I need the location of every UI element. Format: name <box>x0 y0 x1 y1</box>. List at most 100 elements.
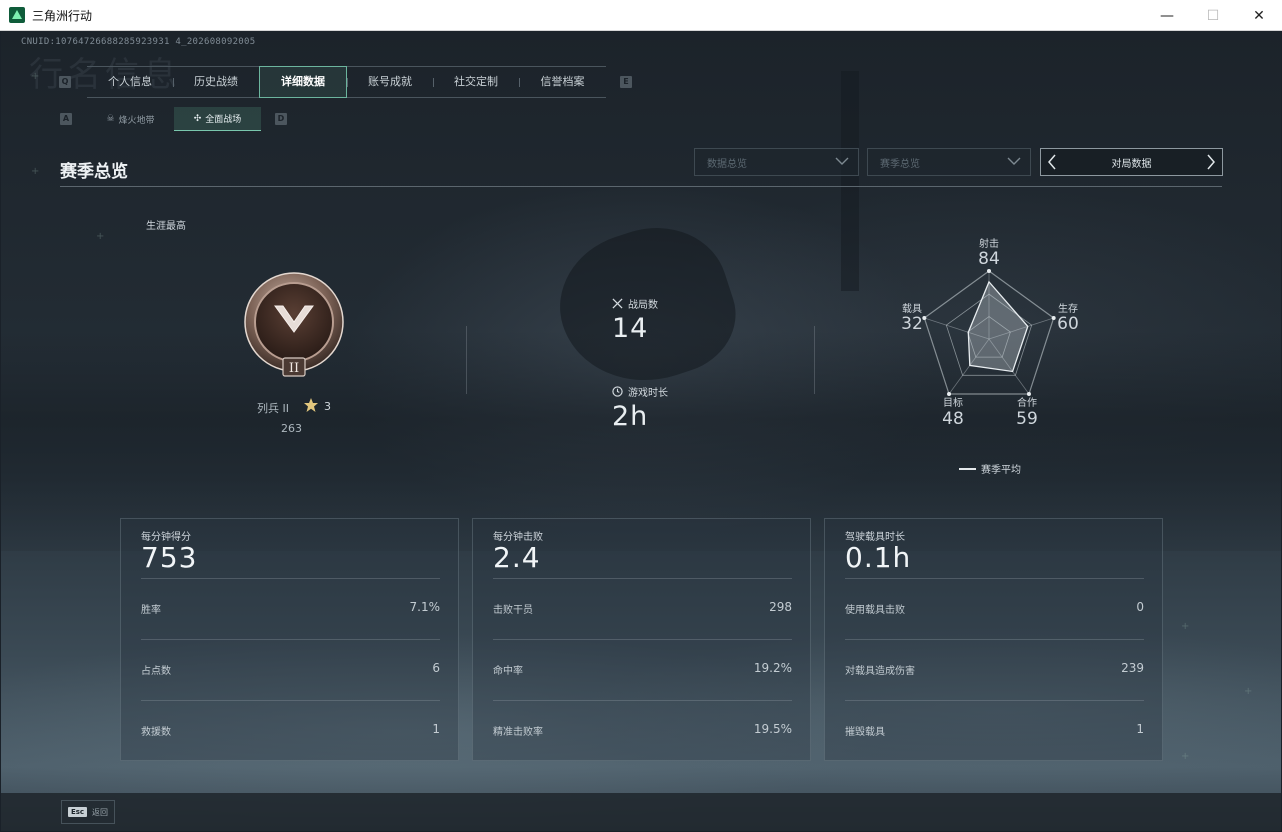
radar-value-survival: 60 <box>1057 314 1079 334</box>
subtab-label: 烽火地带 <box>118 115 155 126</box>
radar-value-objective: 48 <box>942 409 964 429</box>
window-titlebar: 三角洲行动 — ☐ ✕ <box>0 0 1282 31</box>
chevron-down-icon <box>835 157 849 165</box>
row-label: 精准击败率 <box>493 727 543 738</box>
back-button[interactable]: Esc 返回 <box>61 800 115 824</box>
kills-panel: 每分钟击败 2.4 击败干员 298 命中率 19.2% 精准击败率 19.5% <box>472 518 811 761</box>
badge-numeral: II <box>289 361 299 376</box>
prev-subtab-key-hint[interactable]: A <box>60 113 72 125</box>
panel-main-value: 0.1h <box>845 541 912 574</box>
stat-row: 精准击败率 19.5% <box>493 700 792 761</box>
section-title: 赛季总览 <box>60 162 128 182</box>
chevron-down-icon <box>1007 157 1021 165</box>
vertical-divider <box>466 326 467 394</box>
panel-main-value: 2.4 <box>493 541 541 574</box>
maximize-button[interactable]: ☐ <box>1190 0 1236 31</box>
row-label: 占点数 <box>141 666 171 677</box>
decor-cross: + <box>1181 751 1190 762</box>
rank-points: 263 <box>281 422 302 435</box>
rank-badge-icon: II <box>244 272 344 377</box>
row-label: 使用载具击败 <box>845 605 905 616</box>
row-value: 7.1% <box>409 600 441 614</box>
match-data-pager: 对局数据 <box>1040 148 1223 176</box>
score-panel: 每分钟得分 753 胜率 7.1% 占点数 6 救援数 1 <box>120 518 459 761</box>
tab-personal-info[interactable]: 个人信息 <box>87 67 173 97</box>
row-label: 击败干员 <box>493 605 533 616</box>
subtab-label: 全面战场 <box>205 115 242 125</box>
minimize-button[interactable]: — <box>1144 0 1190 31</box>
subtab-full-battlefield[interactable]: ✣ 全面战场 <box>174 107 261 131</box>
row-label: 命中率 <box>493 666 523 677</box>
data-type-dropdown[interactable]: 数据总览 <box>694 148 859 176</box>
tab-credit-record[interactable]: 信誉档案 <box>519 67 606 97</box>
stat-row: 对载具造成伤害 239 <box>845 639 1144 700</box>
decor-cross: + <box>1181 621 1190 632</box>
radar-legend: 赛季平均 <box>959 461 1021 476</box>
radar-value-vehicle: 32 <box>901 314 923 334</box>
window-title: 三角洲行动 <box>32 8 93 23</box>
row-label: 对载具造成伤害 <box>845 666 915 677</box>
radar-axis-dot <box>987 269 991 273</box>
tab-social-customization[interactable]: 社交定制 <box>433 67 519 97</box>
decor-cross: + <box>96 231 105 242</box>
vehicle-panel: 驾驶载具时长 0.1h 使用载具击败 0 对载具造成伤害 239 摧毁载具 1 <box>824 518 1163 761</box>
legend-line-swatch <box>959 467 976 470</box>
stat-row: 命中率 19.2% <box>493 639 792 700</box>
crossed-swords-icon <box>612 298 623 309</box>
pager-label: 对局数据 <box>1111 158 1152 170</box>
decor-cross: + <box>31 71 40 82</box>
back-label: 返回 <box>92 807 109 817</box>
clock-icon <box>612 386 623 397</box>
close-button[interactable]: ✕ <box>1236 0 1282 31</box>
next-tab-key-hint[interactable]: E <box>620 76 632 88</box>
rank-name: 列兵 II <box>257 402 289 415</box>
prev-tab-key-hint[interactable]: Q <box>59 76 71 88</box>
bottom-bar: Esc 返回 <box>1 793 1281 831</box>
radar-data-area <box>967 280 1029 373</box>
row-label: 胜率 <box>141 605 161 616</box>
radar-label-vehicle: 载具 <box>902 304 922 315</box>
radar-value-shooting: 84 <box>978 249 1000 269</box>
stat-row: 占点数 6 <box>141 639 440 700</box>
matches-label: 战局数 <box>628 300 658 311</box>
esc-key-icon: Esc <box>67 807 88 817</box>
main-tab-bar: 个人信息 历史战绩 详细数据 账号成就 社交定制 信誉档案 <box>87 66 606 98</box>
matches-value: 14 <box>612 313 649 344</box>
pager-prev-button[interactable] <box>1041 149 1063 175</box>
row-value: 239 <box>1121 661 1144 675</box>
stat-row: 击败干员 298 <box>493 578 792 639</box>
dropdown-value: 赛季总览 <box>880 158 920 170</box>
matches-stat: 战局数 14 <box>612 296 658 344</box>
radar-label-survival: 生存 <box>1058 304 1078 315</box>
subtab-hazard-zone[interactable]: ☠ 烽火地带 <box>87 107 174 131</box>
star-icon <box>304 398 318 412</box>
playtime-value: 2h <box>612 401 649 432</box>
crosshair-icon: ✣ <box>193 113 202 124</box>
tab-detailed-data[interactable]: 详细数据 <box>259 66 347 98</box>
background-tower <box>841 71 859 291</box>
playtime-label: 游戏时长 <box>628 388 668 399</box>
pager-next-button[interactable] <box>1200 149 1222 175</box>
season-dropdown[interactable]: 赛季总览 <box>867 148 1031 176</box>
stat-row: 摧毁载具 1 <box>845 700 1144 761</box>
radar-label-shooting: 射击 <box>979 239 999 250</box>
stat-row: 使用载具击败 0 <box>845 578 1144 639</box>
decor-cross: + <box>31 166 40 177</box>
section-divider <box>60 186 1222 187</box>
row-value: 298 <box>769 600 792 614</box>
next-subtab-key-hint[interactable]: D <box>275 113 287 125</box>
legend-label: 赛季平均 <box>981 465 1021 476</box>
stat-row: 胜率 7.1% <box>141 578 440 639</box>
row-value: 0 <box>1136 600 1144 614</box>
row-label: 救援数 <box>141 727 171 738</box>
tab-achievements[interactable]: 账号成就 <box>347 67 433 97</box>
tab-match-history[interactable]: 历史战绩 <box>173 67 259 97</box>
row-value: 6 <box>432 661 440 675</box>
radar-label-objective: 目标 <box>943 398 963 409</box>
stat-row: 救援数 1 <box>141 700 440 761</box>
decor-cross: + <box>1244 686 1253 697</box>
game-screen: 行名信息 CNUID:10764726688285923931 4_202608… <box>1 31 1281 831</box>
radar-value-teamwork: 59 <box>1016 409 1038 429</box>
skull-icon: ☠ <box>106 114 115 124</box>
radar-label-teamwork: 合作 <box>1017 398 1037 409</box>
